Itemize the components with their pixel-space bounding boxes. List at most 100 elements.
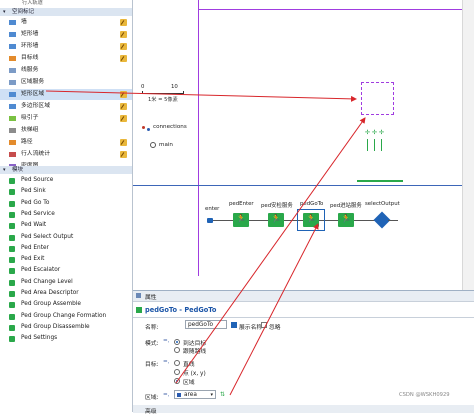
palette-item-block[interactable]: Ped Group Disassemble xyxy=(0,322,132,333)
pencil-icon[interactable] xyxy=(120,19,127,26)
palette-top-partial: 行人轨道 xyxy=(0,0,132,7)
palette-item-space[interactable]: 线服务 xyxy=(0,65,132,76)
connections-icon[interactable] xyxy=(142,125,151,131)
target-radio-area[interactable] xyxy=(174,378,180,384)
palette-item-label: Ped Change Level xyxy=(21,278,73,285)
palette-item-label: 目标线 xyxy=(21,55,39,61)
ped-enter-block[interactable] xyxy=(233,213,249,227)
target-radio-line[interactable] xyxy=(174,360,180,366)
ped-block-icon xyxy=(9,336,15,343)
static-equals-icon[interactable]: =, xyxy=(163,359,169,365)
model-canvas[interactable]: 0 10 1米 = 5像素 connections main ✢ ✢ ✢ ent… xyxy=(133,0,474,290)
ped-block-icon xyxy=(9,245,15,252)
palette-item-label: Ped Enter xyxy=(21,244,49,251)
show-name-label: 展示名称 xyxy=(239,325,263,331)
agent-type-icon[interactable] xyxy=(150,142,156,148)
palette-item-block[interactable]: Ped Wait xyxy=(0,220,132,231)
palette-item-space[interactable]: 墙 xyxy=(0,17,132,28)
palette-item-block[interactable]: Ped Change Level xyxy=(0,277,132,288)
name-input[interactable]: pedGoTo xyxy=(185,320,227,329)
palette-item-block[interactable]: Ped Area Descriptor xyxy=(0,288,132,299)
connections-label[interactable]: connections xyxy=(153,124,187,130)
palette-item-block[interactable]: Ped Service xyxy=(0,209,132,220)
collapse-caret-icon[interactable]: ▾ xyxy=(3,166,6,174)
palette-item-space[interactable]: 区域服务 xyxy=(0,77,132,88)
palette-item-block[interactable]: Ped Sink xyxy=(0,186,132,197)
scale-bar[interactable] xyxy=(142,91,184,94)
palette-item-label: Ped Select Output xyxy=(21,233,74,240)
palette-panel: 行人轨道 ▾ 空间标记 墙矩形墙环形墙目标线线服务 区域服务 矩形区域 多边形区域 吸引… xyxy=(0,0,133,412)
ped-block-icon xyxy=(9,291,15,297)
frame-line xyxy=(133,185,462,186)
palette-item-space[interactable]: 目标线 xyxy=(0,53,132,64)
palette-item-space[interactable]: 扶梯组 xyxy=(0,125,132,136)
ignore-label: 忽略 xyxy=(269,325,281,331)
palette-item-block[interactable]: Ped Exit xyxy=(0,254,132,265)
palette-item-block[interactable]: Ped Escalator xyxy=(0,265,132,276)
props-title: pedGoTo - PedGoTo xyxy=(145,306,217,314)
palette-item-block[interactable]: Ped Source xyxy=(0,175,132,186)
flow-label-enter: enter xyxy=(205,206,220,212)
palette-item-label: Ped Area Descriptor xyxy=(21,290,79,296)
group-space-markup[interactable]: ▾ 空间标记 xyxy=(0,8,132,16)
target-radio-point[interactable] xyxy=(174,369,180,375)
group-blocks[interactable]: ▾ 模块 xyxy=(0,166,132,174)
ped-block-icon xyxy=(9,211,15,218)
target-line[interactable] xyxy=(357,180,403,182)
palette-item-space[interactable]: 路径 xyxy=(0,137,132,148)
palette-item-block[interactable]: Ped Go To xyxy=(0,198,132,209)
pencil-icon[interactable] xyxy=(120,103,127,110)
element-icon xyxy=(9,92,16,97)
pencil-icon[interactable] xyxy=(120,151,127,158)
ped-block-icon xyxy=(9,189,15,196)
palette-item-label: 环形墙 xyxy=(21,43,39,49)
palette-item-space[interactable]: 矩形区域 xyxy=(0,89,132,100)
pencil-icon[interactable] xyxy=(120,115,127,122)
mode-label: 模式: xyxy=(145,341,159,347)
mode-radio-reach-target[interactable] xyxy=(174,339,180,345)
select-target-icon[interactable]: ⇅ xyxy=(220,391,225,398)
pencil-icon[interactable] xyxy=(120,31,127,38)
flow-label-station: ped进站服务 xyxy=(330,203,362,209)
collapse-caret-icon[interactable]: ▾ xyxy=(3,8,6,16)
show-name-checkbox[interactable] xyxy=(231,322,237,328)
chevron-down-icon[interactable]: ▾ xyxy=(210,391,213,400)
pencil-icon[interactable] xyxy=(120,55,127,62)
palette-item-block[interactable]: Ped Select Output xyxy=(0,232,132,243)
rectangular-area[interactable] xyxy=(361,82,394,115)
palette-item-space[interactable]: 环形墙 xyxy=(0,41,132,52)
element-icon xyxy=(9,128,16,133)
ped-station-block[interactable] xyxy=(338,213,354,227)
pencil-icon[interactable] xyxy=(120,43,127,50)
palette-item-block[interactable]: Ped Group Change Formation xyxy=(0,311,132,322)
palette-item-block[interactable]: Ped Settings xyxy=(0,333,132,344)
target-line-arrows-icon[interactable]: ✢ ✢ ✢ xyxy=(363,129,384,153)
ped-security-block[interactable] xyxy=(268,213,284,227)
static-equals-icon[interactable]: =, xyxy=(163,392,169,398)
element-icon xyxy=(9,80,16,85)
flow-label-selectoutput: selectOutput xyxy=(365,201,400,207)
ped-goto-block[interactable] xyxy=(303,213,319,227)
pencil-icon[interactable] xyxy=(120,139,127,146)
flow-label-pedgoto: pedGoTo xyxy=(300,201,324,207)
palette-item-label: Ped Group Assemble xyxy=(21,301,81,308)
element-icon xyxy=(9,152,16,157)
palette-item-space[interactable]: 矩形墙 xyxy=(0,29,132,40)
properties-tab[interactable]: 属性 xyxy=(145,292,157,301)
ped-block-icon xyxy=(9,324,15,331)
target-label: 目标: xyxy=(145,362,159,368)
palette-item-space[interactable]: 吸引子 xyxy=(0,113,132,124)
static-equals-icon[interactable]: =, xyxy=(163,338,169,344)
main-label[interactable]: main xyxy=(159,142,173,148)
area-select[interactable]: area ▾ xyxy=(174,390,216,399)
palette-item-block[interactable]: Ped Enter xyxy=(0,243,132,254)
canvas-scrollbar[interactable] xyxy=(462,0,474,290)
palette-item-space[interactable]: 行人流统计 xyxy=(0,149,132,160)
enter-block-icon[interactable] xyxy=(207,218,213,223)
palette-item-space[interactable]: 多边形区域 xyxy=(0,101,132,112)
mode-radio-follow-route[interactable] xyxy=(174,347,180,353)
palette-item-block[interactable]: Ped Group Assemble xyxy=(0,299,132,310)
pencil-icon[interactable] xyxy=(120,91,127,98)
ped-goto-icon xyxy=(136,307,142,313)
ignore-checkbox[interactable] xyxy=(261,322,267,328)
